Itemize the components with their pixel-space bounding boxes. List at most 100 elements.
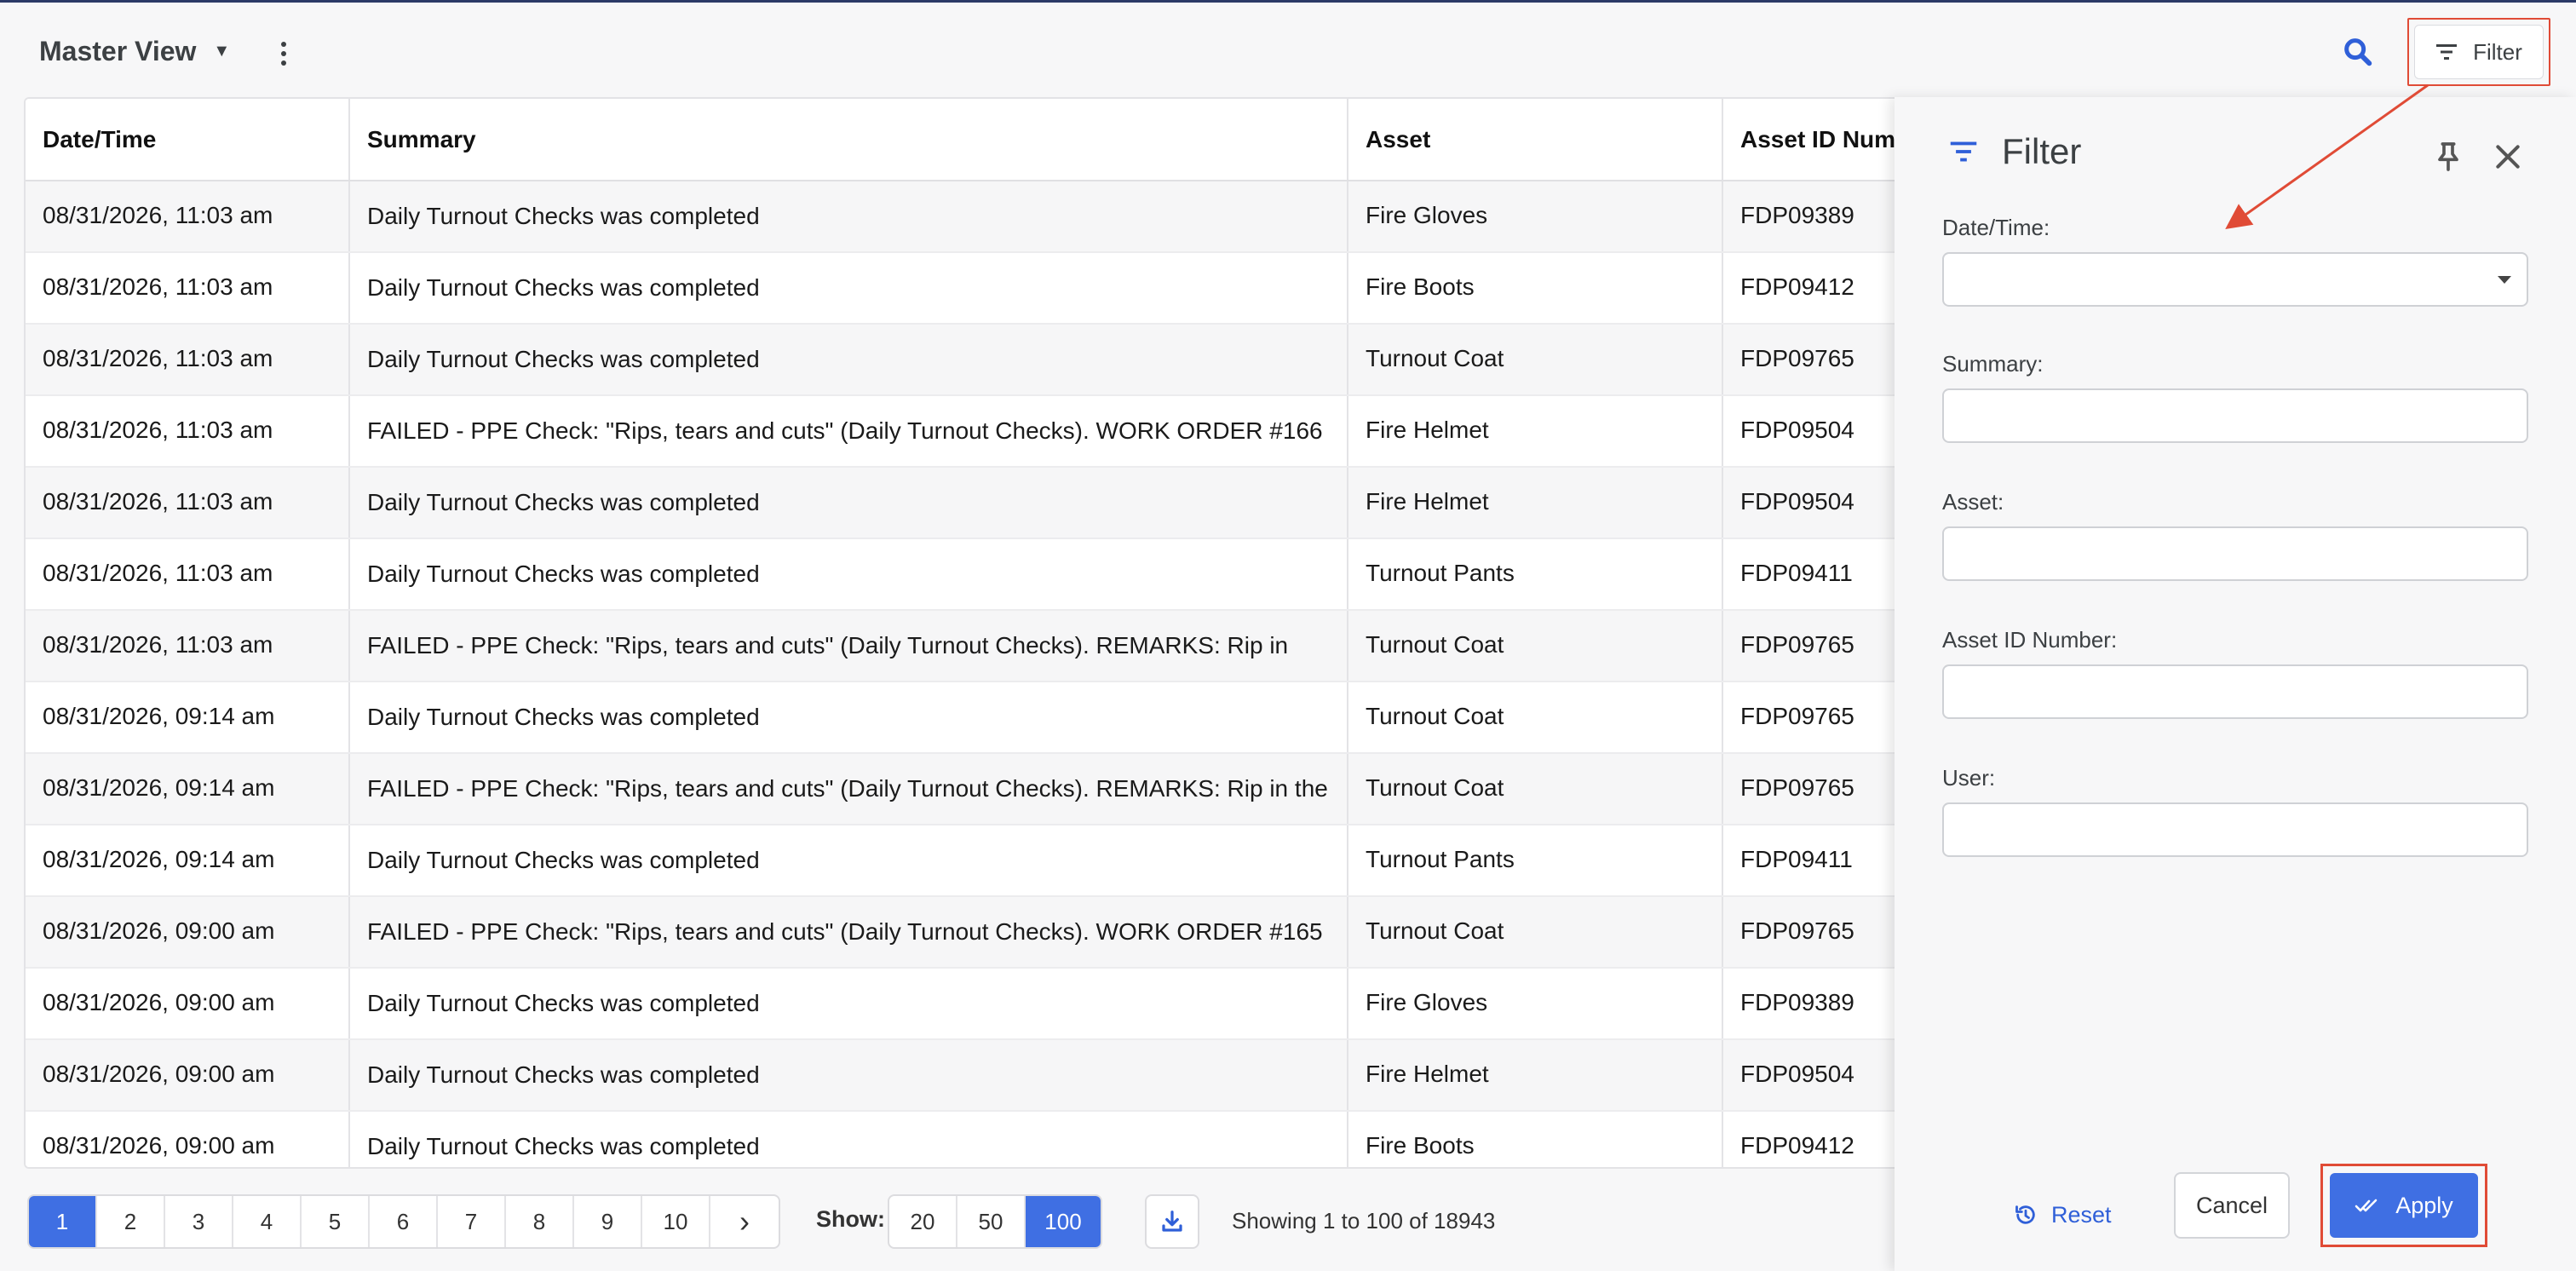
filter-button-highlight: Filter — [2407, 18, 2550, 86]
page-size-50[interactable]: 50 — [957, 1196, 1026, 1247]
summary-text: Daily Turnout Checks was completed — [367, 847, 760, 873]
cell-datetime: 08/31/2026, 11:03 am — [26, 324, 350, 396]
cell-datetime: 08/31/2026, 11:03 am — [26, 467, 350, 539]
table-row[interactable]: 08/31/2026, 09:00 am Daily Turnout Checks… — [26, 1111, 1981, 1167]
showing-count: Showing 1 to 100 of 18943 — [1232, 1208, 1496, 1234]
cell-datetime: 08/31/2026, 11:03 am — [26, 252, 350, 325]
cell-summary: Daily Turnout Checks was completed — [349, 181, 1348, 253]
page-button-10[interactable]: 10 — [642, 1196, 710, 1247]
summary-text: Daily Turnout Checks was completed — [367, 346, 760, 372]
cell-asset: Turnout Coat — [1348, 610, 1723, 682]
cell-asset: Fire Boots — [1348, 252, 1723, 325]
page-size-20[interactable]: 20 — [889, 1196, 957, 1247]
more-options-icon[interactable] — [271, 37, 296, 71]
filter-button[interactable]: Filter — [2414, 25, 2544, 79]
page-button-5[interactable]: 5 — [302, 1196, 370, 1247]
cell-asset: Turnout Coat — [1348, 896, 1723, 969]
view-title: Master View — [39, 35, 197, 66]
column-header-summary[interactable]: Summary — [349, 99, 1348, 181]
cell-datetime: 08/31/2026, 09:14 am — [26, 682, 350, 754]
page-button-7[interactable]: 7 — [438, 1196, 506, 1247]
filter-asset-input[interactable] — [1942, 526, 2528, 581]
cell-datetime: 08/31/2026, 09:14 am — [26, 753, 350, 825]
filter-button-label: Filter — [2473, 38, 2522, 65]
filter-label-asset-id: Asset ID Number: — [1942, 627, 2118, 653]
filter-label-summary: Summary: — [1942, 351, 2044, 377]
summary-text: Daily Turnout Checks was completed — [367, 1133, 760, 1159]
cell-asset: Fire Helmet — [1348, 467, 1723, 539]
cell-summary: FAILED - PPE Check: "Rips, tears and cut… — [349, 896, 1348, 969]
page-button-3[interactable]: 3 — [165, 1196, 233, 1247]
page-header: Master View ▼ Filter — [0, 3, 2576, 96]
table-row[interactable]: 08/31/2026, 11:03 am Daily Turnout Checks… — [26, 324, 1981, 396]
history-icon — [2015, 1205, 2035, 1224]
cancel-button[interactable]: Cancel — [2174, 1172, 2290, 1239]
table-row[interactable]: 08/31/2026, 11:03 am Daily Turnout Checks… — [26, 538, 1981, 611]
caret-down-icon: ▼ — [213, 41, 231, 60]
show-more-link[interactable]: Show More — [533, 811, 654, 814]
summary-text: Daily Turnout Checks was completed — [367, 203, 760, 229]
view-selector[interactable]: Master View ▼ — [39, 30, 230, 72]
page-button-6[interactable]: 6 — [370, 1196, 438, 1247]
filter-panel-title: Filter — [2002, 131, 2082, 171]
filter-datetime-select[interactable] — [1942, 252, 2528, 307]
cell-summary: Daily Turnout Checks was completed — [349, 324, 1348, 396]
summary-text: Daily Turnout Checks was completed — [367, 704, 760, 730]
filter-panel: Filter Date/Time: Summary: Asset: Asset … — [1895, 97, 2576, 1271]
summary-text: Daily Turnout Checks was completed — [367, 561, 760, 587]
table-row[interactable]: 08/31/2026, 09:14 am Daily Turnout Checks… — [26, 825, 1981, 897]
page-button-1[interactable]: 1 — [29, 1196, 97, 1247]
cell-summary: Daily Turnout Checks was completed — [349, 467, 1348, 539]
table-row[interactable]: 08/31/2026, 11:03 am Daily Turnout Checks… — [26, 252, 1981, 325]
table-row[interactable]: 08/31/2026, 11:03 am FAILED - PPE Check: … — [26, 610, 1981, 682]
download-button[interactable] — [1145, 1194, 1199, 1249]
table-row[interactable]: 08/31/2026, 09:00 am Daily Turnout Checks… — [26, 1039, 1981, 1112]
table-row[interactable]: 08/31/2026, 09:00 am Daily Turnout Checks… — [26, 968, 1981, 1040]
page-button-2[interactable]: 2 — [97, 1196, 165, 1247]
summary-text: Daily Turnout Checks was completed — [367, 489, 760, 515]
page-button-8[interactable]: 8 — [506, 1196, 574, 1247]
filter-asset-id-input[interactable] — [1942, 664, 2528, 719]
table-body: 08/31/2026, 11:03 am Daily Turnout Checks… — [26, 181, 1981, 1167]
close-icon[interactable] — [2491, 140, 2525, 174]
table-row[interactable]: 08/31/2026, 11:03 am Daily Turnout Checks… — [26, 181, 1981, 253]
page-size-100[interactable]: 100 — [1026, 1196, 1101, 1247]
cell-summary: FAILED - PPE Check: "Rips, tears and cut… — [349, 610, 1348, 682]
reset-button[interactable]: Reset — [2014, 1188, 2112, 1242]
filter-icon — [1950, 141, 1977, 162]
cell-summary: Daily Turnout Checks was completed — [349, 1039, 1348, 1112]
summary-text: FAILED - PPE Check: "Rips, tears and cut… — [367, 918, 1323, 957]
column-header-datetime[interactable]: Date/Time — [26, 99, 350, 181]
filter-summary-input[interactable] — [1942, 388, 2528, 443]
table-row[interactable]: 08/31/2026, 09:14 am FAILED - PPE Check: … — [26, 753, 1981, 825]
cell-asset: Turnout Pants — [1348, 538, 1723, 611]
cell-summary: FAILED - PPE Check: "Rips, tears and cut… — [349, 395, 1348, 468]
table-row[interactable]: 08/31/2026, 11:03 am Daily Turnout Checks… — [26, 467, 1981, 539]
cell-datetime: 08/31/2026, 09:14 am — [26, 825, 350, 897]
show-more-link[interactable]: Show More — [563, 668, 684, 670]
cell-asset: Turnout Coat — [1348, 682, 1723, 754]
apply-label: Apply — [2395, 1192, 2453, 1218]
dropdown-arrow-icon — [2498, 276, 2511, 284]
filter-label-asset: Asset: — [1942, 489, 2004, 515]
pin-icon[interactable] — [2431, 140, 2465, 174]
filter-user-input[interactable] — [1942, 802, 2528, 857]
table-row[interactable]: 08/31/2026, 09:14 am Daily Turnout Checks… — [26, 682, 1981, 754]
cell-summary: Daily Turnout Checks was completed — [349, 252, 1348, 325]
summary-text: FAILED - PPE Check: "Rips, tears and cut… — [367, 775, 1328, 814]
next-page-icon[interactable]: › — [710, 1196, 779, 1247]
cell-datetime: 08/31/2026, 09:00 am — [26, 896, 350, 969]
column-header-asset[interactable]: Asset — [1348, 99, 1723, 181]
cell-datetime: 08/31/2026, 11:03 am — [26, 395, 350, 468]
cell-summary: Daily Turnout Checks was completed — [349, 1111, 1348, 1167]
page-button-4[interactable]: 4 — [233, 1196, 302, 1247]
cell-asset: Fire Gloves — [1348, 181, 1723, 253]
table-row[interactable]: 08/31/2026, 09:00 am FAILED - PPE Check: … — [26, 896, 1981, 969]
page-button-9[interactable]: 9 — [574, 1196, 642, 1247]
apply-button[interactable]: Apply — [2330, 1173, 2478, 1238]
table-row[interactable]: 08/31/2026, 11:03 am FAILED - PPE Check: … — [26, 395, 1981, 468]
cell-asset: Turnout Coat — [1348, 753, 1723, 825]
cell-datetime: 08/31/2026, 11:03 am — [26, 538, 350, 611]
search-icon[interactable] — [2341, 35, 2375, 69]
cell-asset: Fire Boots — [1348, 1111, 1723, 1167]
